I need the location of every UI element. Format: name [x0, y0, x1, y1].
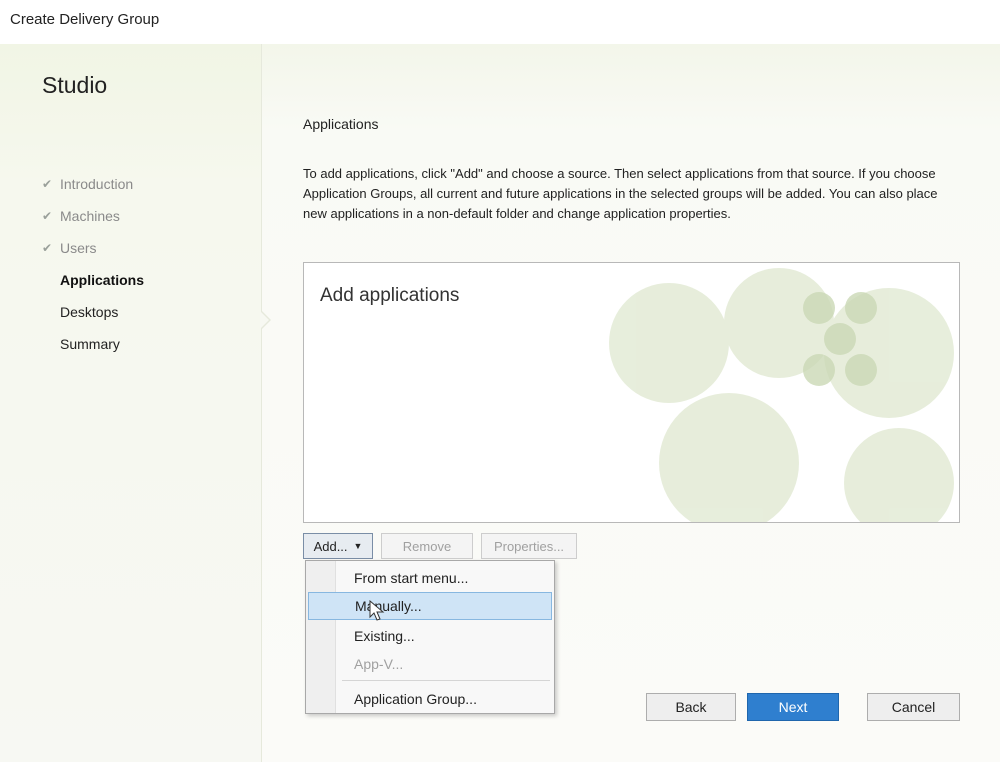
active-step-pointer [260, 310, 271, 330]
check-icon: ✔ [42, 177, 53, 191]
wizard-sidebar [0, 44, 271, 762]
step-desktops: Desktops [42, 296, 144, 328]
remove-button[interactable]: Remove [381, 533, 473, 559]
add-dropdown-menu: From start menu... Manually... Existing.… [305, 560, 555, 714]
step-label: Users [60, 240, 97, 256]
add-button-label: Add... [313, 538, 348, 554]
applications-list[interactable]: Add applications [303, 262, 960, 523]
step-applications: Applications [42, 264, 144, 296]
menu-item-existing[interactable]: Existing... [308, 622, 552, 650]
menu-item-from-start-menu[interactable]: From start menu... [308, 564, 552, 592]
step-label: Introduction [60, 176, 134, 192]
menu-separator [342, 680, 550, 681]
step-label: Applications [60, 272, 145, 288]
cancel-button[interactable]: Cancel [867, 693, 960, 721]
step-label: Machines [60, 208, 120, 224]
page-description: To add applications, click "Add" and cho… [303, 166, 938, 221]
window-title: Create Delivery Group [10, 11, 160, 28]
chevron-down-icon: ▼ [353, 541, 363, 551]
window-titlebar: Create Delivery Group [0, 0, 1000, 44]
menu-item-application-group[interactable]: Application Group... [308, 685, 552, 713]
menu-item-manually[interactable]: Manually... [308, 592, 552, 620]
step-label: Desktops [60, 304, 119, 320]
list-placeholder: Add applications [320, 285, 460, 306]
list-toolbar: Add... ▼ Remove Properties... [303, 533, 577, 559]
studio-brand: Studio [42, 72, 108, 98]
step-users[interactable]: ✔ Users [42, 232, 144, 264]
step-machines[interactable]: ✔ Machines [42, 200, 144, 232]
menu-item-app-v[interactable]: App-V... [308, 650, 552, 678]
back-button[interactable]: Back [646, 693, 736, 721]
step-summary: Summary [42, 328, 144, 360]
check-icon: ✔ [42, 241, 53, 255]
step-introduction[interactable]: ✔ Introduction [42, 168, 144, 200]
citrix-watermark-icon [609, 268, 954, 522]
wizard-steps: ✔ Introduction ✔ Machines ✔ Users Applic… [42, 168, 144, 360]
add-button[interactable]: Add... ▼ [303, 533, 373, 559]
page-title: Applications [303, 116, 379, 132]
check-icon: ✔ [42, 209, 53, 223]
properties-button[interactable]: Properties... [481, 533, 577, 559]
step-label: Summary [60, 336, 120, 352]
mouse-cursor-icon [369, 600, 385, 621]
next-button[interactable]: Next [747, 693, 839, 721]
